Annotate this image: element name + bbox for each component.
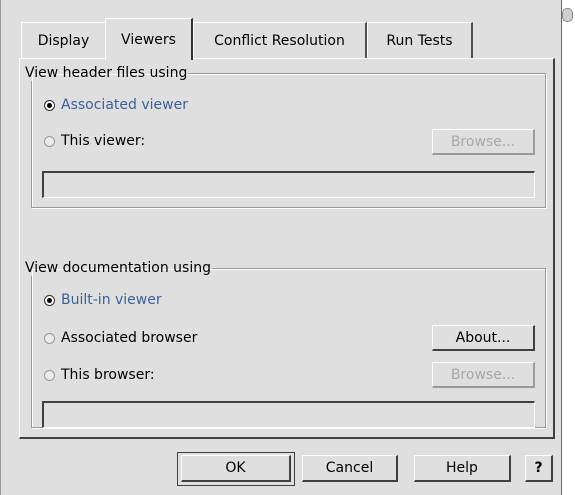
radio-unchecked-icon: [44, 369, 55, 381]
associated-viewer-label: Associated viewer: [61, 97, 188, 113]
built-in-viewer-label: Built-in viewer: [61, 292, 162, 308]
this-viewer-label: This viewer:: [61, 133, 146, 149]
tab-conflict-resolution[interactable]: Conflict Resolution: [193, 22, 367, 59]
tab-display-label: Display: [37, 33, 90, 49]
header-files-group-title: View header files using: [25, 65, 188, 81]
radio-unchecked-icon: [44, 332, 55, 344]
viewers-tab-panel: View header files using Associated viewe…: [19, 58, 555, 439]
about-button[interactable]: About...: [432, 325, 535, 351]
tab-viewers-label: Viewers: [121, 31, 176, 48]
viewer-path-field[interactable]: [42, 171, 535, 198]
this-viewer-radio[interactable]: This viewer:: [44, 133, 145, 149]
viewers-dialog: Display Viewers Conflict Resolution Run …: [0, 0, 562, 495]
viewer-browse-button[interactable]: Browse...: [432, 129, 535, 155]
about-button-label: About...: [455, 329, 511, 346]
this-browser-radio[interactable]: This browser:: [44, 367, 155, 383]
built-in-viewer-radio[interactable]: Built-in viewer: [44, 292, 162, 308]
cancel-button-label: Cancel: [325, 460, 374, 476]
help-button[interactable]: Help: [414, 455, 511, 482]
question-icon: ?: [534, 460, 543, 476]
help-button-label: Help: [446, 460, 478, 476]
this-browser-label: This browser:: [61, 367, 155, 383]
radio-checked-icon: [44, 99, 55, 111]
associated-browser-label: Associated browser: [61, 330, 198, 346]
browser-path-field[interactable]: [42, 401, 535, 428]
tab-run-tests-label: Run Tests: [386, 33, 453, 49]
window-corner-icon: [562, 8, 573, 22]
cancel-button[interactable]: Cancel: [302, 455, 398, 482]
tab-run-tests[interactable]: Run Tests: [367, 22, 473, 59]
viewer-browse-label: Browse...: [450, 133, 516, 150]
radio-unchecked-icon: [44, 135, 55, 147]
tab-conflict-resolution-label: Conflict Resolution: [214, 33, 345, 49]
documentation-group-title: View documentation using: [25, 260, 211, 276]
ok-button-label: OK: [225, 460, 246, 476]
context-help-button[interactable]: ?: [525, 455, 553, 482]
associated-viewer-radio[interactable]: Associated viewer: [44, 97, 188, 113]
radio-checked-icon: [44, 294, 55, 306]
tab-viewers[interactable]: Viewers: [105, 18, 193, 60]
browser-browse-label: Browse...: [450, 366, 516, 383]
associated-browser-radio[interactable]: Associated browser: [44, 330, 197, 346]
tab-display[interactable]: Display: [21, 22, 105, 59]
ok-button[interactable]: OK: [181, 455, 291, 482]
browser-browse-button[interactable]: Browse...: [432, 362, 535, 388]
